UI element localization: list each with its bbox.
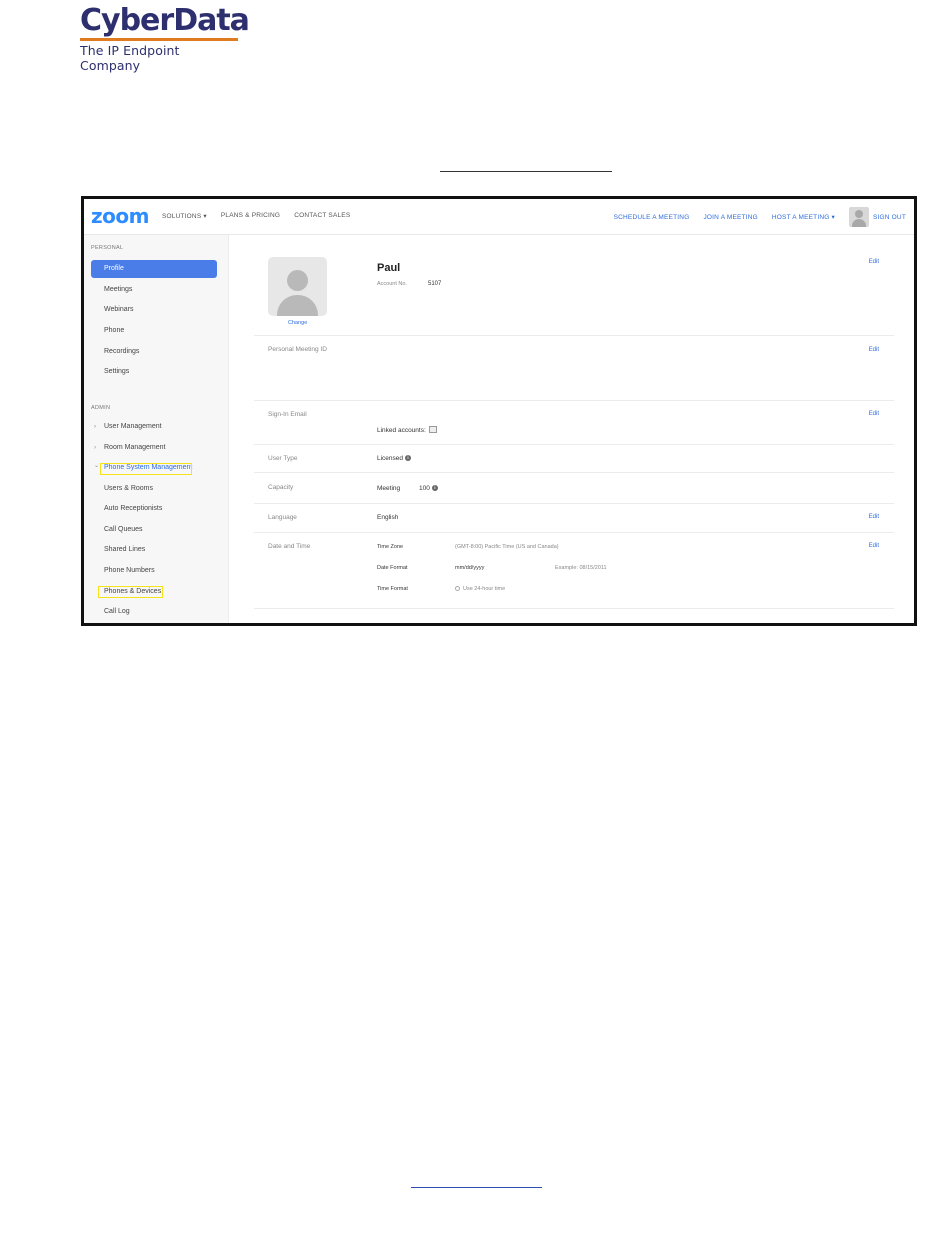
date-time-label: Date and Time [268, 543, 311, 550]
sidebar: PERSONAL Profile Meetings Webinars Phone… [84, 235, 229, 623]
sidebar-item-label: Room Management [104, 444, 166, 451]
avatar-head [287, 270, 308, 291]
signout-group: SIGN OUT [848, 207, 906, 227]
divider [254, 608, 894, 609]
capacity-meeting-label: Meeting [377, 485, 401, 492]
edit-datetime-link[interactable]: Edit [869, 543, 879, 549]
logo-accent-bar [80, 38, 238, 41]
sidebar-item-profile[interactable]: Profile [91, 260, 217, 278]
profile-main: Change Paul Account No. 5107 Edit Person… [230, 235, 914, 623]
info-icon[interactable]: i [405, 455, 412, 462]
sidebar-item-room-management[interactable]: › Room Management [91, 439, 217, 457]
divider [254, 472, 894, 473]
nav-join-meeting[interactable]: JOIN A MEETING [703, 214, 757, 221]
timezone-label: Time Zone [377, 544, 404, 550]
nav-contact-sales[interactable]: CONTACT SALES [294, 212, 350, 220]
date-format-label: Date Format [377, 565, 408, 571]
language-value: English [377, 514, 399, 521]
date-format-example: Example: 08/15/2011 [555, 565, 607, 571]
nav-plans-pricing[interactable]: PLANS & PRICING [221, 212, 280, 220]
user-type-text: Licensed [377, 455, 404, 462]
language-label: Language [268, 514, 297, 521]
edit-language-link[interactable]: Edit [869, 514, 879, 520]
profile-avatar-icon[interactable] [268, 257, 327, 316]
nav-host-meeting[interactable]: HOST A MEETING ▾ [772, 213, 835, 221]
logo-wordmark: CyberData [80, 3, 250, 38]
divider [254, 532, 894, 533]
sidebar-item-label: User Management [104, 423, 162, 430]
zoom-logo[interactable]: zoom [91, 204, 149, 228]
top-navigation: zoom SOLUTIONS ▾ PLANS & PRICING CONTACT… [84, 199, 914, 235]
sidebar-item-shared-lines[interactable]: Shared Lines [91, 541, 217, 559]
capacity-value: 100 i [419, 485, 438, 492]
sidebar-item-user-management[interactable]: › User Management [91, 418, 217, 436]
avatar-body [277, 295, 318, 316]
linked-account-icon [428, 426, 437, 433]
highlight-box-phones-devices [98, 586, 163, 598]
edit-email-link[interactable]: Edit [869, 411, 879, 417]
sidebar-item-phone-numbers[interactable]: Phone Numbers [91, 562, 217, 580]
chevron-down-icon: ⌄ [94, 463, 100, 469]
edit-meeting-id-link[interactable]: Edit [869, 347, 879, 353]
linked-accounts: Linked accounts: [377, 426, 437, 435]
logo-tagline: The IP Endpoint Company [80, 43, 180, 73]
profile-name: Paul [377, 262, 401, 274]
change-photo-link[interactable]: Change [288, 320, 307, 326]
sidebar-item-users-rooms[interactable]: Users & Rooms [91, 480, 217, 498]
time-format-option[interactable]: Use 24-hour time [455, 586, 505, 592]
zoom-screenshot-frame: zoom SOLUTIONS ▾ PLANS & PRICING CONTACT… [81, 196, 917, 626]
nav-schedule-meeting[interactable]: SCHEDULE A MEETING [614, 214, 690, 221]
sidebar-section-admin: ADMIN [91, 405, 111, 411]
divider [254, 400, 894, 401]
capacity-label: Capacity [268, 484, 294, 491]
personal-meeting-id-label: Personal Meeting ID [268, 346, 327, 353]
checkbox-icon[interactable] [455, 586, 460, 592]
linked-accounts-label: Linked accounts: [377, 427, 426, 435]
divider [254, 335, 894, 336]
nav-sign-out[interactable]: SIGN OUT [873, 214, 906, 221]
edit-profile-link[interactable]: Edit [869, 259, 879, 265]
sidebar-item-phone[interactable]: Phone [91, 322, 217, 340]
sidebar-item-settings[interactable]: Settings [91, 363, 217, 381]
nav-solutions[interactable]: SOLUTIONS ▾ [162, 212, 207, 220]
sidebar-item-auto-receptionists[interactable]: Auto Receptionists [91, 500, 217, 518]
user-type-value: Licensed i [377, 455, 412, 462]
sidebar-section-personal: PERSONAL [91, 245, 124, 251]
document-link-underline [440, 171, 612, 172]
sidebar-item-webinars[interactable]: Webinars [91, 301, 217, 319]
info-icon[interactable]: i [431, 485, 438, 492]
cyberdata-logo: CyberData The IP Endpoint Company [80, 3, 250, 73]
sidebar-item-call-queues[interactable]: Call Queues [91, 521, 217, 539]
user-type-label: User Type [268, 455, 298, 462]
nav-right-menu: SCHEDULE A MEETING JOIN A MEETING HOST A… [614, 207, 906, 227]
account-number-label: Account No. [377, 281, 407, 287]
chevron-right-icon: › [94, 424, 96, 430]
sidebar-item-call-log[interactable]: Call Log [91, 603, 217, 621]
divider [254, 444, 894, 445]
time-format-text: Use 24-hour time [463, 586, 506, 592]
capacity-number: 100 [419, 485, 430, 492]
timezone-value: (GMT-8:00) Pacific Time (US and Canada) [455, 544, 559, 550]
user-avatar-icon[interactable] [848, 207, 869, 227]
date-format-value: mm/dd/yyyy [455, 565, 485, 571]
sign-in-email-label: Sign-In Email [268, 411, 307, 418]
nav-left-menu: SOLUTIONS ▾ PLANS & PRICING CONTACT SALE… [162, 212, 350, 220]
highlight-box-phone-system [100, 463, 192, 475]
time-format-label: Time Format [377, 586, 408, 592]
chevron-right-icon: › [94, 445, 96, 451]
document-footer-link-underline [411, 1187, 542, 1188]
account-number-value: 5107 [428, 281, 442, 287]
sidebar-item-recordings[interactable]: Recordings [91, 343, 217, 361]
divider [254, 503, 894, 504]
sidebar-item-meetings[interactable]: Meetings [91, 281, 217, 299]
